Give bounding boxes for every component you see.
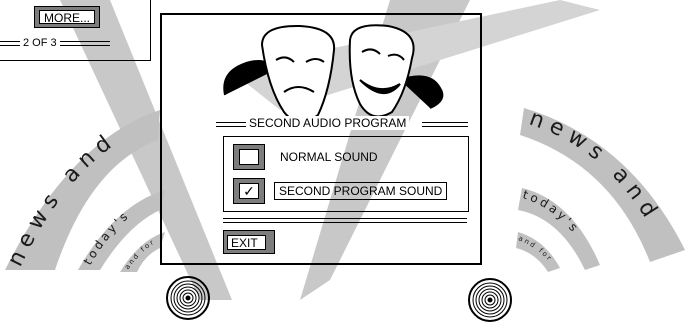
page-indicator: 2 OF 3 [0,37,110,49]
page-indicator-label: 2 OF 3 [23,37,57,49]
more-button[interactable]: MORE... [34,6,100,28]
second-program-sound-checkbox[interactable]: ✓ [233,178,265,204]
divider [223,218,467,223]
panel-title: SECOND AUDIO PROGRAM [216,116,468,130]
second-program-sound-label[interactable]: SECOND PROGRAM SOUND [274,182,448,200]
normal-sound-label[interactable]: NORMAL SOUND [280,150,378,164]
speaker-right-icon [468,278,512,322]
check-icon: ✓ [239,183,259,199]
exit-button[interactable]: EXIT [223,230,275,254]
panel-title-label: SECOND AUDIO PROGRAM [246,116,410,130]
navigation-box: MORE... 2 OF 3 [0,0,151,61]
normal-sound-checkbox[interactable] [233,144,265,170]
exit-button-label: EXIT [227,235,266,250]
more-button-label: MORE... [39,10,95,25]
